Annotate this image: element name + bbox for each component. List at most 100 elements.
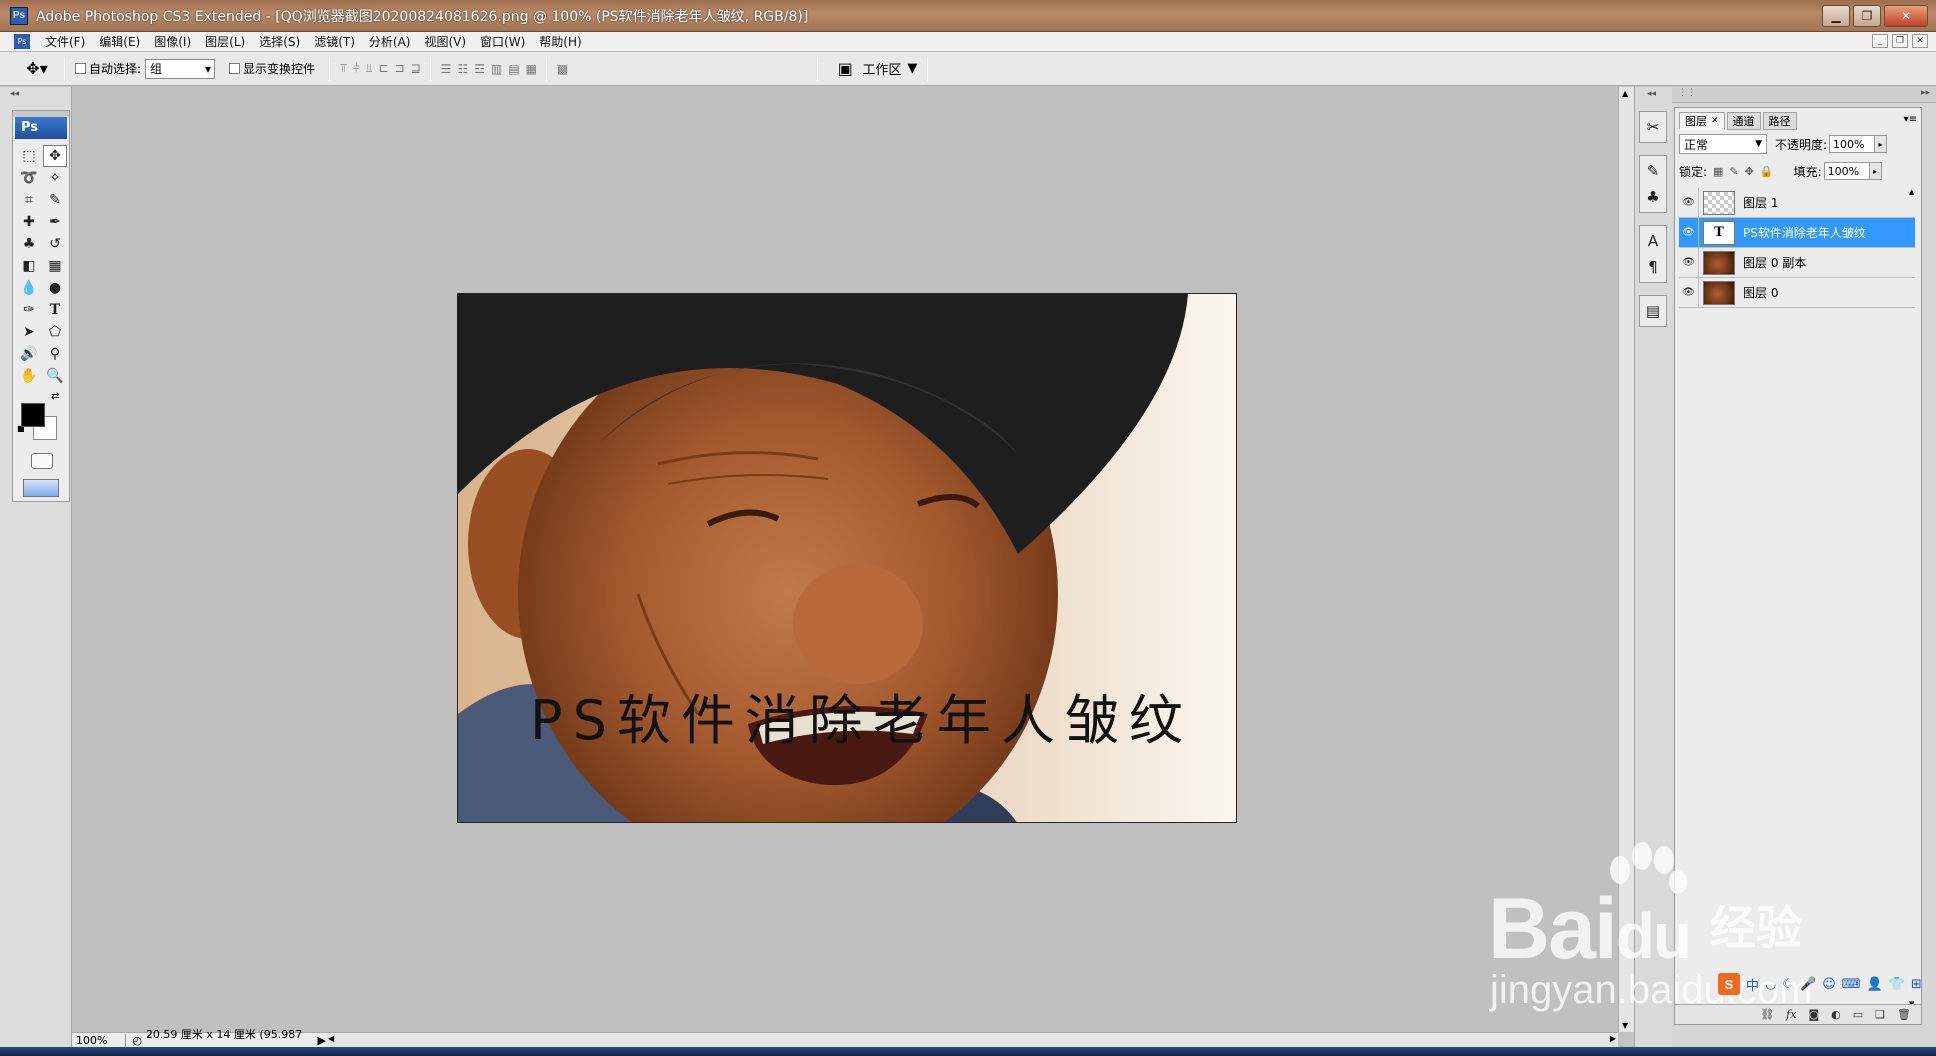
distribute-right-icon[interactable]: ▦	[526, 62, 537, 76]
lock-position-icon[interactable]: ✥	[1745, 165, 1754, 178]
layer-row[interactable]: 👁 图层 0 副本	[1679, 248, 1915, 278]
menu-file[interactable]: 文件(F)	[38, 33, 92, 50]
close-icon[interactable]: ✕	[1884, 5, 1928, 27]
toolbox-logo[interactable]: Ps	[15, 117, 67, 139]
align-left-icon[interactable]: ⊏	[378, 61, 388, 76]
layer-comps-panel-icon[interactable]: ▤	[1642, 300, 1664, 322]
pen-tool-icon[interactable]: ✑	[17, 299, 41, 321]
distribute-vcenter-icon[interactable]: ☷	[457, 62, 468, 76]
delete-layer-icon[interactable]: 🗑	[1897, 1008, 1911, 1021]
layer-row-selected[interactable]: 👁 T PS软件消除老年人皱纹	[1679, 218, 1915, 248]
paragraph-panel-icon[interactable]: ¶	[1642, 256, 1664, 278]
add-mask-icon[interactable]: ◙	[1808, 1008, 1819, 1021]
new-layer-icon[interactable]: ❏	[1875, 1008, 1885, 1021]
scroll-left-icon[interactable]: ◀	[328, 1034, 334, 1043]
fill-slider-arrow-icon[interactable]: ▸	[1869, 162, 1882, 180]
zoom-level[interactable]: 100%	[72, 1033, 127, 1047]
menu-analysis[interactable]: 分析(A)	[362, 33, 418, 50]
align-top-icon[interactable]: ⫪	[340, 61, 347, 76]
keyboard-icon[interactable]: ⌨	[1842, 977, 1861, 992]
path-selection-tool-icon[interactable]: ➤	[17, 321, 41, 343]
swap-colors-icon[interactable]: ⇄	[51, 391, 59, 402]
healing-brush-tool-icon[interactable]: ✚	[17, 211, 41, 233]
collapse-icon[interactable]: ◂◂	[10, 89, 19, 99]
new-group-icon[interactable]: ▭	[1853, 1008, 1863, 1021]
brush-tool-icon[interactable]: ✒	[43, 211, 67, 233]
visibility-eye-icon[interactable]: 👁	[1679, 248, 1699, 277]
opacity-input[interactable]: 100%	[1829, 135, 1876, 153]
scroll-up-icon[interactable]: ▲	[1622, 89, 1628, 98]
minimize-icon[interactable]: ▁	[1822, 5, 1850, 27]
character-panel-icon[interactable]: A	[1642, 230, 1664, 252]
doc-restore-icon[interactable]: ❐	[1892, 34, 1908, 48]
distribute-left-icon[interactable]: ▥	[491, 62, 502, 76]
tab-paths[interactable]: 路径	[1762, 112, 1797, 130]
zoom-tool-icon[interactable]: 🔍	[43, 365, 67, 387]
hand-tool-icon[interactable]: ✋	[17, 365, 41, 387]
lock-transparent-icon[interactable]: ▦	[1713, 165, 1723, 178]
align-right-icon[interactable]: ⊒	[411, 61, 421, 76]
layer-row[interactable]: 👁 图层 1	[1679, 188, 1915, 218]
align-bottom-icon[interactable]: ⫫	[366, 61, 373, 76]
adjustment-layer-icon[interactable]: ◐	[1831, 1008, 1841, 1021]
sogou-ime-logo[interactable]: S	[1718, 973, 1740, 995]
move-tool-preset-icon[interactable]: ✥▾	[20, 58, 54, 80]
align-vcenter-icon[interactable]: ⫩	[353, 61, 360, 76]
close-tab-icon[interactable]: ✕	[1711, 116, 1719, 126]
gradient-tool-icon[interactable]: ▦	[43, 255, 67, 277]
distribute-bottom-icon[interactable]: ☲	[474, 62, 485, 76]
crop-tool-icon[interactable]: ⌗	[17, 189, 41, 211]
clone-stamp-tool-icon[interactable]: ♣	[17, 233, 41, 255]
shape-tool-icon[interactable]: ⬠	[43, 321, 67, 343]
collapse-panel-icon[interactable]: ▸▸	[1921, 88, 1930, 98]
link-layers-icon[interactable]: ⛓	[1760, 1008, 1774, 1021]
app-icon[interactable]: Ps	[10, 6, 28, 25]
menu-view[interactable]: 视图(V)	[417, 33, 473, 50]
menu-help[interactable]: 帮助(H)	[532, 33, 588, 50]
canvas-vertical-scrollbar[interactable]: ▲ ▼	[1618, 87, 1634, 1032]
eyedropper-tool-icon[interactable]: ⚲	[43, 343, 67, 365]
screen-mode-icon[interactable]	[23, 479, 59, 497]
layer-row[interactable]: 👁 图层 0	[1679, 278, 1915, 308]
restore-icon[interactable]: ❐	[1853, 5, 1881, 27]
scroll-right-icon[interactable]: ▶	[1610, 1034, 1616, 1043]
bridge-icon[interactable]: ▣	[828, 58, 862, 80]
lasso-tool-icon[interactable]: ➰	[17, 167, 41, 189]
scroll-down-icon[interactable]: ▼	[1622, 1021, 1628, 1030]
dodge-tool-icon[interactable]: ●	[43, 277, 67, 299]
panel-menu-icon[interactable]: ▾≡	[1904, 114, 1917, 125]
quick-mask-icon[interactable]	[31, 453, 53, 469]
tab-layers[interactable]: 图层 ✕	[1679, 112, 1725, 130]
toolbox-icon[interactable]: ⊞	[1911, 977, 1922, 992]
move-tool-icon[interactable]: ✥	[43, 145, 67, 167]
doc-minimize-icon[interactable]: _	[1872, 34, 1888, 48]
blend-mode-dropdown[interactable]: 正常 ▼	[1679, 134, 1767, 154]
grip-icon[interactable]: ⋮⋮	[1678, 88, 1696, 98]
document-icon[interactable]: Ps	[14, 34, 30, 49]
fullwidth-icon[interactable]: ☾	[1782, 977, 1794, 992]
foreground-color-swatch[interactable]	[21, 403, 45, 427]
marquee-tool-icon[interactable]: ⬚	[17, 145, 41, 167]
emoji-icon[interactable]: ☺	[1822, 977, 1836, 992]
doc-close-icon[interactable]: ✕	[1912, 34, 1928, 48]
menu-select[interactable]: 选择(S)	[252, 33, 307, 50]
lock-image-icon[interactable]: ✎	[1729, 165, 1738, 178]
opacity-slider-arrow-icon[interactable]: ▸	[1875, 135, 1888, 153]
skin-icon[interactable]: 👕	[1889, 977, 1905, 992]
os-taskbar[interactable]	[0, 1047, 1936, 1056]
align-hcenter-icon[interactable]: ⊐	[395, 61, 405, 76]
auto-select-dropdown[interactable]: 组 ▾	[145, 58, 216, 79]
visibility-eye-icon[interactable]: 👁	[1679, 278, 1699, 307]
canvas-horizontal-scrollbar[interactable]: ◀ ▶	[326, 1032, 1618, 1047]
slice-tool-icon[interactable]: ✎	[43, 189, 67, 211]
blur-tool-icon[interactable]: 💧	[17, 277, 41, 299]
magic-wand-tool-icon[interactable]: ✧	[43, 167, 67, 189]
menu-layer[interactable]: 图层(L)	[198, 33, 252, 50]
expand-dock-icon[interactable]: ◂◂	[1647, 89, 1656, 99]
menu-edit[interactable]: 编辑(E)	[92, 33, 147, 50]
ime-mode[interactable]: 中	[1746, 975, 1759, 994]
auto-select-checkbox[interactable]	[75, 63, 86, 74]
panel-dock-header[interactable]: ⋮⋮ ▸▸	[1672, 87, 1936, 103]
voice-input-icon[interactable]: 🎤	[1800, 977, 1816, 992]
status-menu-arrow-icon[interactable]: ▶	[318, 1034, 326, 1047]
